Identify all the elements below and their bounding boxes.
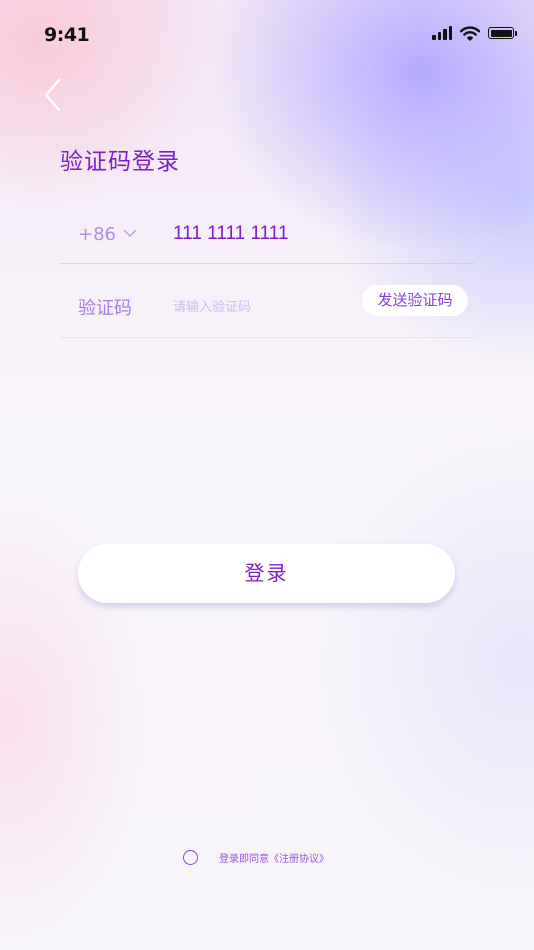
wifi-icon [460,25,480,41]
country-code-select[interactable]: +86 [78,224,116,245]
chevron-down-icon[interactable] [123,229,137,238]
send-code-button[interactable]: 发送验证码 [362,285,468,316]
battery-icon [488,27,517,39]
login-screen: 9:41 验证码登录 +86 111 1111 1111 验证码 请输入验证码 … [0,0,534,950]
verification-label: 验证码 [78,298,132,319]
agreement-link[interactable]: 《注册协议》 [269,850,329,865]
verification-row: 验证码 发送验证码 [60,264,474,338]
status-time: 9:41 [44,24,90,46]
agreement-checkbox[interactable] [183,849,198,865]
agreement-text: 登录即同意 [219,853,269,865]
chevron-left-icon [44,78,61,112]
phone-row: +86 111 1111 1111 [60,210,474,264]
login-button[interactable]: 登录 [78,544,455,603]
phone-number-field[interactable]: 111 1111 1111 [173,223,289,245]
signal-icon [432,26,452,40]
verification-code-input[interactable] [173,296,343,318]
status-icons [432,24,517,42]
agreement-row: 登录即同意 《注册协议》 [183,848,329,866]
page-title: 验证码登录 [60,149,180,175]
back-button[interactable] [38,76,68,114]
